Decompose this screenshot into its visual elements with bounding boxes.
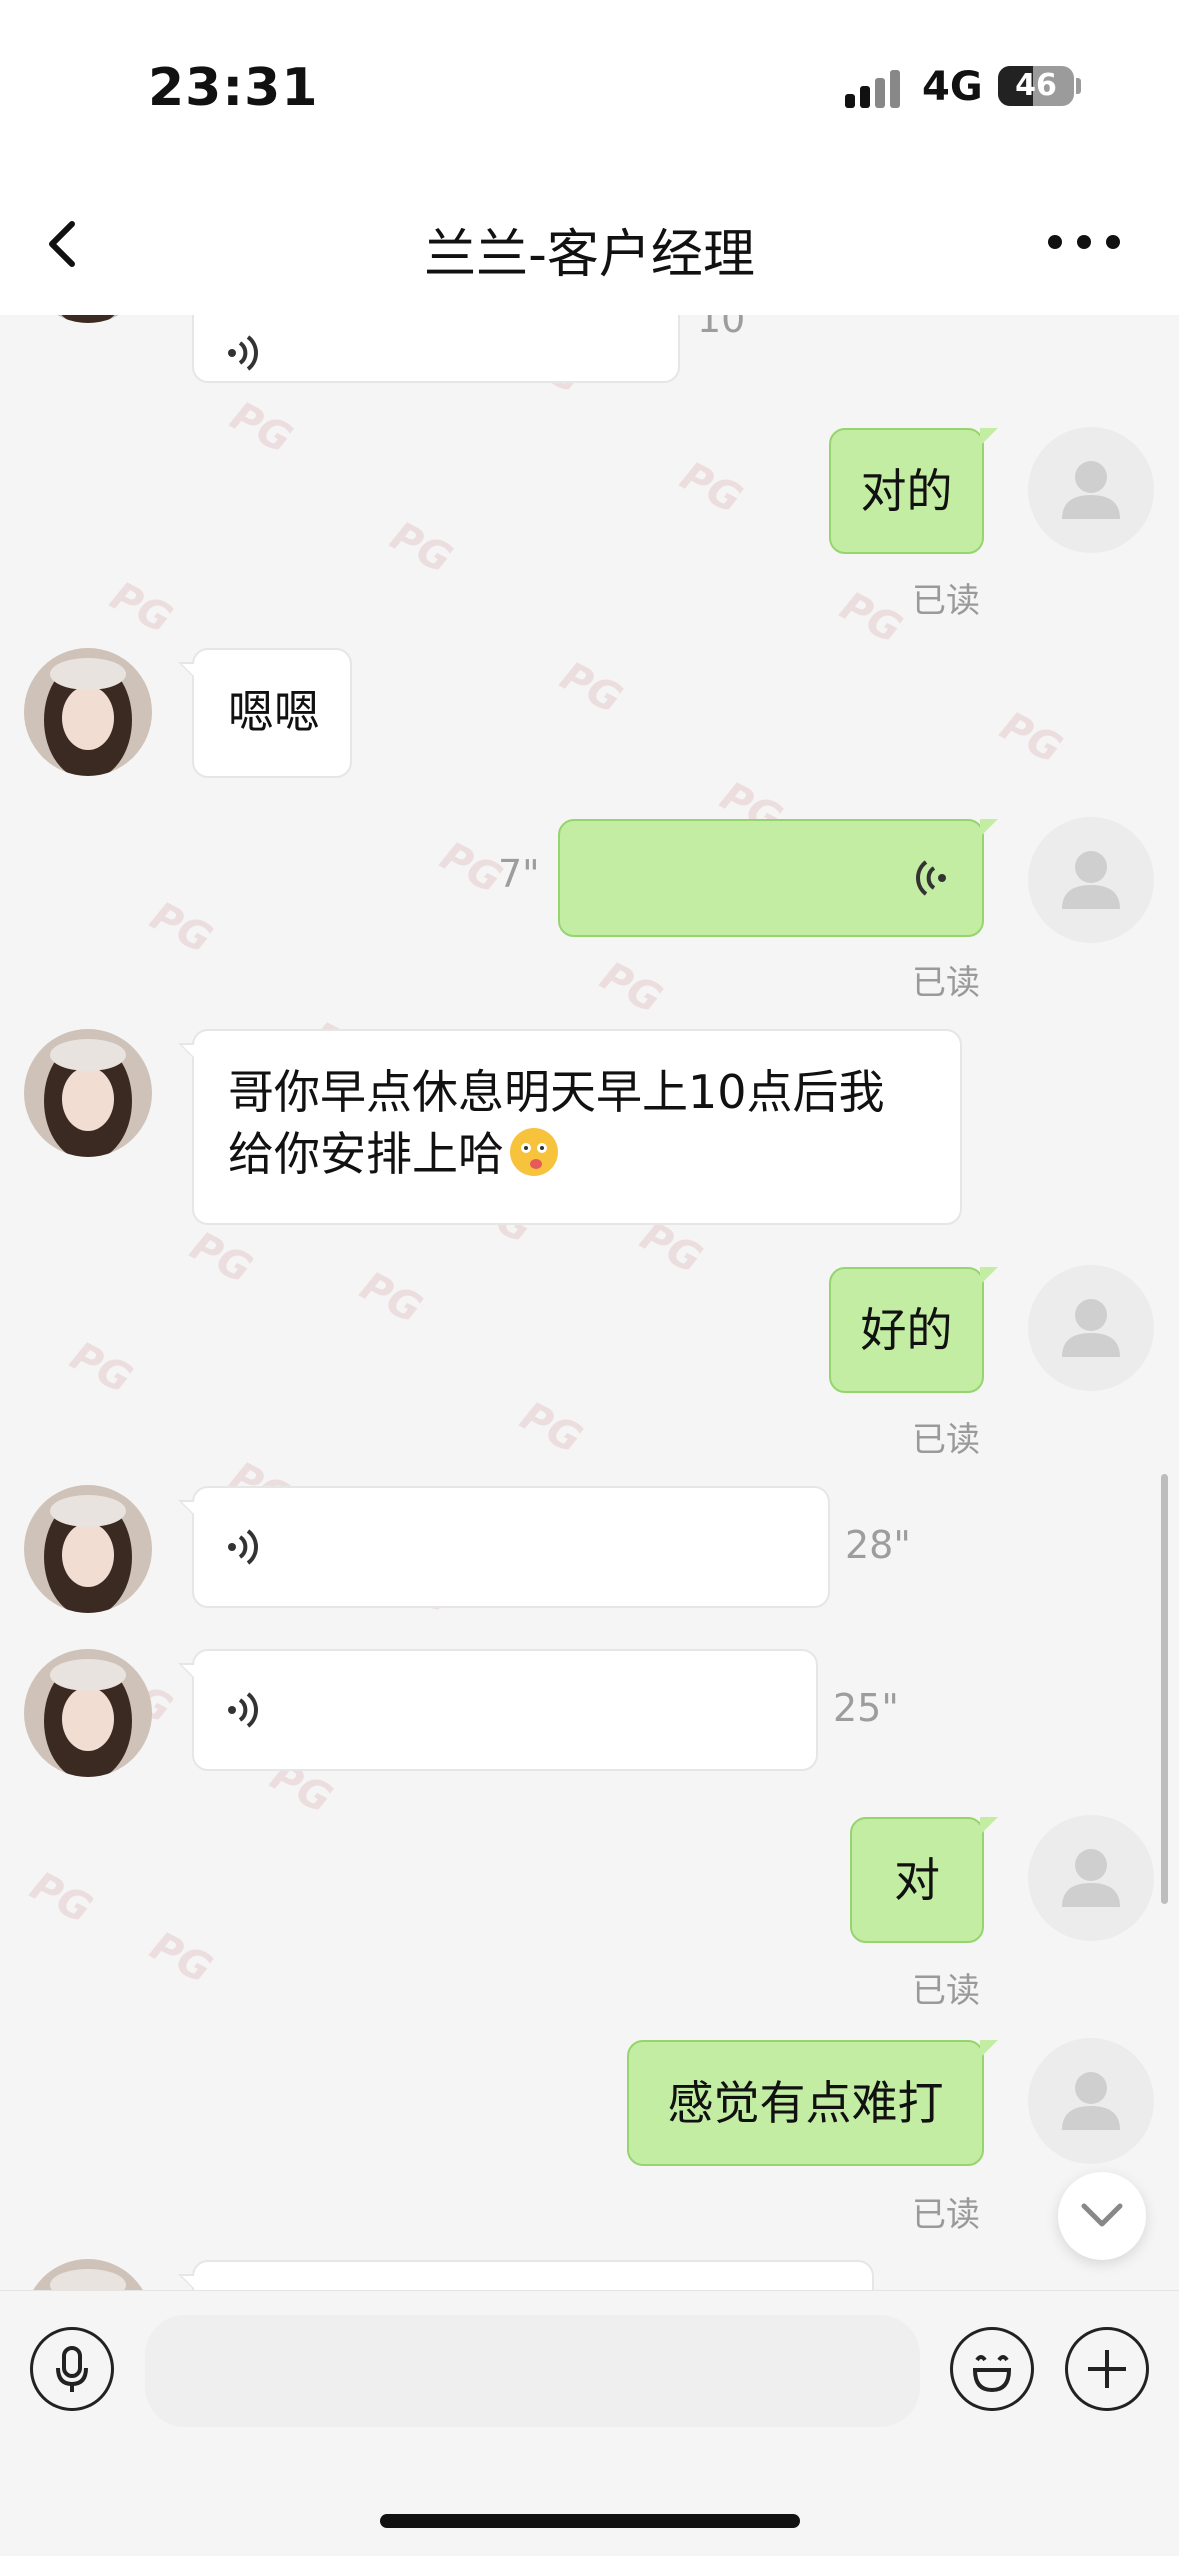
voice-icon (916, 860, 946, 896)
voice-icon (228, 335, 258, 371)
received-message[interactable]: 哥你早点休息明天早上10点后我 给你安排上哈 (178, 1029, 962, 1225)
watermark: PG (592, 953, 670, 1023)
contact-avatar[interactable] (24, 648, 152, 776)
contact-avatar[interactable] (24, 2259, 152, 2290)
microphone-icon (56, 2346, 88, 2392)
contact-avatar[interactable] (24, 1485, 152, 1613)
more-icon[interactable] (1048, 222, 1120, 262)
contact-avatar[interactable] (24, 1029, 152, 1157)
contact-avatar[interactable] (24, 1649, 152, 1777)
read-receipt: 已读 (912, 1971, 980, 2011)
chat-screen: 23:31 4G 46 兰兰-客户经理 PG PG PG PG PG PG PG… (0, 0, 1179, 2556)
plus-icon (1088, 2350, 1126, 2388)
read-receipt: 已读 (912, 963, 980, 1003)
sent-message[interactable]: 好的 (829, 1267, 998, 1393)
sent-message[interactable]: 对 (850, 1817, 998, 1943)
voice-input-button[interactable] (30, 2327, 114, 2411)
my-avatar[interactable] (1028, 817, 1154, 943)
scrollbar[interactable] (1161, 1474, 1168, 1904)
voice-message[interactable] (178, 1486, 830, 1608)
watermark: PG (222, 393, 300, 463)
received-message[interactable] (178, 2260, 874, 2290)
status-bar: 23:31 4G 46 (0, 0, 1179, 170)
received-message[interactable]: 嗯嗯 (178, 648, 352, 778)
battery-level: 46 (1015, 68, 1057, 103)
message-text: 对的 (860, 464, 953, 518)
voice-icon (228, 1692, 258, 1728)
my-avatar[interactable] (1028, 1265, 1154, 1391)
battery-icon: 46 (998, 66, 1074, 106)
voice-duration: 7" (498, 852, 540, 896)
watermark: PG (552, 653, 630, 723)
watermark: PG (102, 573, 180, 643)
chat-title: 兰兰-客户经理 (424, 225, 755, 285)
network-type: 4G (922, 64, 983, 110)
watermark: PG (22, 1863, 100, 1933)
contact-avatar[interactable] (24, 315, 152, 323)
read-receipt: 已读 (912, 1420, 980, 1460)
watermark: PG (512, 1393, 590, 1463)
my-avatar[interactable] (1028, 427, 1154, 553)
message-text: 好的 (860, 1303, 953, 1357)
voice-duration: 28" (845, 1523, 911, 1567)
watermark: PG (182, 1223, 260, 1293)
home-indicator[interactable] (380, 2514, 800, 2528)
watermark: PG (142, 1923, 220, 1993)
message-list[interactable]: PG PG PG PG PG PG PG PG PG PG PG PG PG P… (0, 315, 1179, 2290)
nav-bar: 兰兰-客户经理 (0, 170, 1179, 315)
watermark: PG (832, 583, 910, 653)
message-input[interactable] (145, 2315, 920, 2427)
more-actions-button[interactable] (1065, 2327, 1149, 2411)
read-receipt: 已读 (912, 581, 980, 621)
clock: 23:31 (148, 58, 319, 118)
watermark: PG (382, 513, 460, 583)
message-text: 对 (894, 1853, 940, 1907)
signal-icon (845, 68, 905, 108)
voice-message[interactable] (192, 315, 680, 383)
message-text-line-1: 哥你早点休息明天早上10点后我 (228, 1065, 885, 1119)
my-avatar[interactable] (1028, 1815, 1154, 1941)
battery-tip (1076, 78, 1081, 94)
voice-message[interactable] (558, 819, 998, 937)
sent-message[interactable]: 对的 (829, 428, 998, 554)
read-receipt: 已读 (912, 2195, 980, 2235)
emoji-icon (508, 1126, 560, 1178)
voice-duration: 25" (833, 1686, 899, 1730)
scroll-to-bottom-button[interactable] (1058, 2172, 1146, 2260)
voice-duration: 10" (697, 315, 763, 341)
message-text-line-2: 给你安排上哈 (228, 1127, 504, 1181)
watermark: PG (142, 893, 220, 963)
watermark: PG (62, 1333, 140, 1403)
my-avatar[interactable] (1028, 2038, 1154, 2164)
emoji-button[interactable] (950, 2327, 1034, 2411)
message-text: 嗯嗯 (228, 685, 320, 739)
watermark: PG (672, 453, 750, 523)
watermark: PG (352, 1263, 430, 1333)
chevron-down-icon (1081, 2203, 1123, 2227)
voice-message[interactable] (178, 1649, 818, 1771)
smiley-icon (972, 2355, 1012, 2393)
sent-message[interactable]: 感觉有点难打 (627, 2040, 998, 2166)
watermark: PG (992, 703, 1070, 773)
message-text: 感觉有点难打 (667, 2076, 944, 2130)
voice-icon (228, 1529, 258, 1565)
